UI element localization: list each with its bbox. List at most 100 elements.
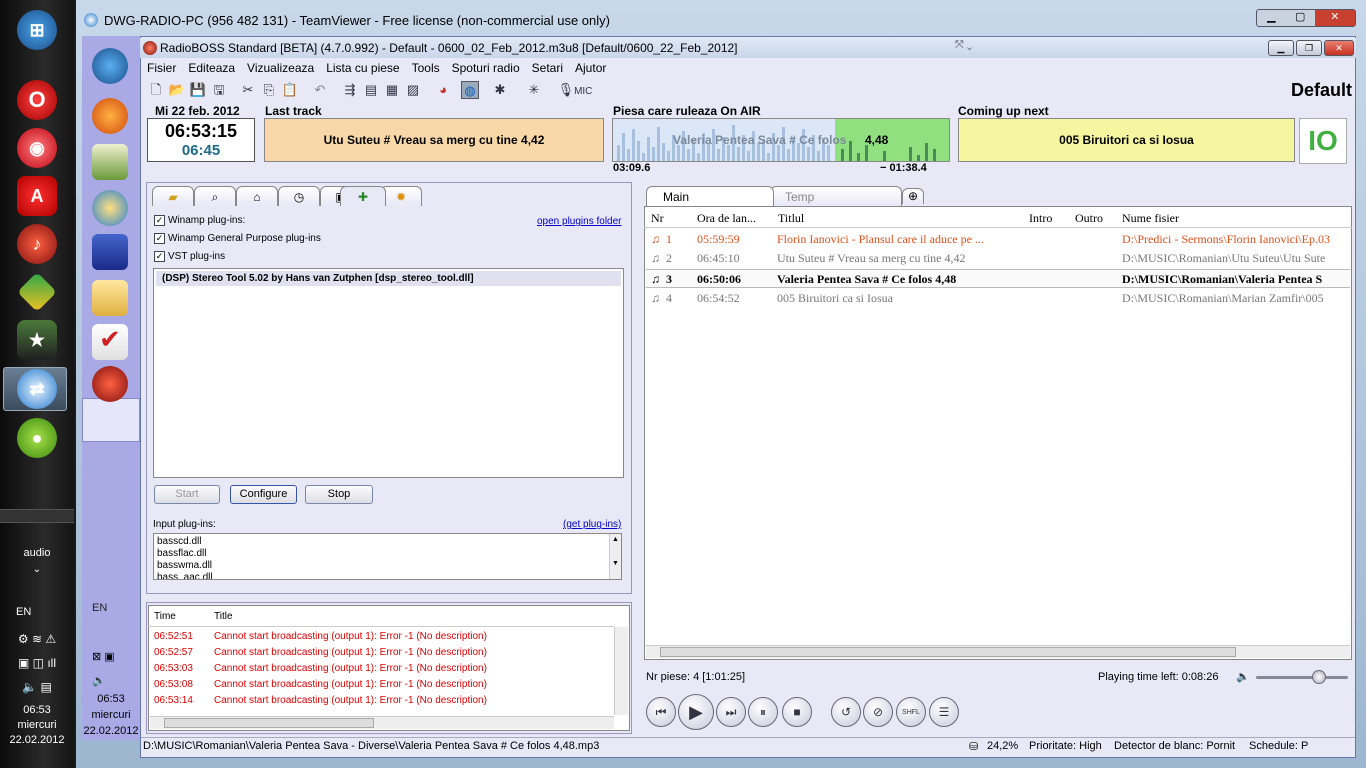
play-button[interactable]: ▶ — [678, 694, 714, 730]
remote-tray-icons[interactable]: ⊠ ▣ — [92, 650, 115, 663]
compass-icon[interactable] — [92, 190, 128, 226]
winamp-gp-checkbox[interactable]: ✓ Winamp General Purpose plug-ins — [154, 233, 321, 244]
start-button-icon[interactable]: ⊞ — [17, 10, 57, 50]
log-hscrollbar[interactable] — [150, 716, 614, 729]
tv-float-controls[interactable]: ⤧ ⌄ — [955, 39, 1005, 55]
status-schedule[interactable]: Schedule: P — [1249, 740, 1308, 752]
tab-search[interactable]: ⌕ — [194, 186, 236, 206]
editor-icon[interactable] — [92, 144, 128, 180]
status-detector[interactable]: Detector de blanc: Pornit — [1114, 740, 1235, 752]
remote-clock-time[interactable]: 06:53 — [82, 693, 140, 705]
movie-maker-icon[interactable]: ★ — [17, 320, 57, 360]
remote-start-icon[interactable] — [92, 48, 128, 84]
maximize-icon[interactable]: ▢ — [1286, 10, 1315, 26]
layers-icon[interactable] — [17, 272, 57, 312]
plugin-list-item[interactable]: (DSP) Stereo Tool 5.02 by Hans van Zutph… — [156, 271, 621, 286]
log-col-time[interactable]: Time — [154, 611, 176, 622]
configure-button[interactable]: Configure — [230, 485, 297, 504]
minimize-icon[interactable]: ▁ — [1257, 10, 1286, 26]
menu-fisier[interactable]: Fisier — [141, 59, 182, 77]
media-icon[interactable]: ◉ — [17, 128, 57, 168]
menu-editeaza[interactable]: Editeaza — [182, 59, 241, 77]
menu-setari[interactable]: Setari — [526, 59, 569, 77]
stop-playback-button[interactable]: ■ — [782, 697, 812, 727]
paste-icon[interactable]: 📋 — [281, 81, 299, 99]
mic-button[interactable]: 🎙MIC — [555, 81, 595, 99]
tab-temp[interactable]: Temp — [770, 186, 902, 206]
col-title[interactable]: Titlul — [778, 211, 804, 226]
playlist-tool-1-icon[interactable]: ⇶ — [341, 81, 359, 99]
tab-clock[interactable]: ◷ — [278, 186, 320, 206]
playlist-tool-4-icon[interactable]: ▨ — [404, 81, 422, 99]
undo-icon[interactable]: ↶ — [311, 81, 329, 99]
shuffle-button[interactable]: SHFL — [896, 697, 926, 727]
rb-maximize-button[interactable]: ❐ — [1296, 40, 1322, 56]
close-icon[interactable]: ✕ — [1314, 10, 1356, 26]
open-plugins-folder-link[interactable]: open plugins folder — [537, 216, 622, 227]
speaker-icon[interactable]: 🔈 ▤ — [0, 680, 74, 694]
teamviewer-icon[interactable]: ⇄ — [17, 369, 57, 409]
firefox-icon[interactable] — [92, 98, 128, 134]
volume-slider[interactable] — [1256, 676, 1348, 679]
rb-close-button[interactable]: ✕ — [1324, 40, 1354, 56]
input-plugin-item[interactable]: basswma.dll — [157, 560, 618, 572]
get-plugins-link[interactable]: (get plug-ins) — [563, 519, 621, 530]
menu-ajutor[interactable]: Ajutor — [569, 59, 612, 77]
save-icon[interactable]: 💾 — [189, 81, 207, 99]
tab-sun[interactable]: ✹ — [380, 186, 422, 206]
log-col-title[interactable]: Title — [214, 611, 233, 622]
playlist-options-button[interactable]: ☰ — [929, 697, 959, 727]
start-button[interactable]: Start — [154, 485, 220, 504]
tools-icon[interactable]: ✳ — [525, 81, 543, 99]
checkmark-icon[interactable]: ✔ — [92, 324, 128, 360]
new-file-icon[interactable]: 🗋 — [147, 81, 165, 99]
playlist-row[interactable]: ♫ 2 06:45:10 Utu Suteu # Vreau sa merg c… — [646, 249, 1350, 268]
open-folder-icon[interactable]: 📂 — [168, 81, 186, 99]
log-row[interactable]: 06:53:03 Cannot start broadcasting (outpu… — [154, 663, 487, 674]
tab-tag[interactable]: ⌂ — [236, 186, 278, 206]
input-plugin-item[interactable]: basscd.dll — [157, 536, 618, 548]
playlist-hscrollbar[interactable] — [646, 645, 1350, 658]
block-button[interactable]: ⊘ — [863, 697, 893, 727]
previous-button[interactable]: ⏮ — [646, 697, 676, 727]
cut-icon[interactable]: ✂ — [239, 81, 257, 99]
menu-lista-cu-piese[interactable]: Lista cu piese — [320, 59, 405, 77]
remote-radioboss-icon[interactable] — [92, 366, 128, 402]
lang-code[interactable]: EN — [0, 606, 74, 618]
col-start-time[interactable]: Ora de lan... — [697, 211, 756, 226]
menu-spoturi-radio[interactable]: Spoturi radio — [446, 59, 526, 77]
log-row[interactable]: 06:52:57 Cannot start broadcasting (outpu… — [154, 647, 487, 658]
input-plugin-item[interactable]: bass_aac.dll — [157, 572, 618, 579]
save-as-icon[interactable]: 🖫 — [210, 81, 228, 99]
tab-main[interactable]: Main — [646, 186, 774, 206]
col-outro[interactable]: Outro — [1075, 211, 1103, 226]
tv-window-controls[interactable]: ▁ ▢ ✕ — [1256, 9, 1356, 27]
winamp-plugins-checkbox[interactable]: ✓ Winamp plug-ins: — [154, 215, 245, 226]
menu-tools[interactable]: Tools — [406, 59, 446, 77]
playlist-row[interactable]: ♫ 4 06:54:52 005 Biruitori ca si Iosua D… — [646, 289, 1350, 308]
settings-icon[interactable]: ✱ — [491, 81, 509, 99]
log-vscrollbar[interactable] — [614, 627, 628, 715]
os-clock-time[interactable]: 06:53 — [0, 704, 74, 716]
remote-speaker-icon[interactable]: 🔈 — [92, 674, 106, 687]
menu-vizualizeaza[interactable]: Vizualizeaza — [241, 59, 320, 77]
taskbar-scrollbar[interactable] — [0, 509, 74, 523]
add-tab-button[interactable]: ⊕ — [902, 188, 924, 204]
tab-plugins[interactable]: ✚ — [340, 186, 386, 206]
stop-button[interactable]: Stop — [305, 485, 373, 504]
disc-icon[interactable]: ◕ — [434, 81, 452, 99]
log-row[interactable]: 06:53:14 Cannot start broadcasting (outpu… — [154, 695, 487, 706]
playlist-tool-3-icon[interactable]: ▦ — [383, 81, 401, 99]
log-row[interactable]: 06:52:51 Cannot start broadcasting (outpu… — [154, 631, 487, 642]
app-green-icon[interactable]: ● — [17, 418, 57, 458]
playlist-row-current[interactable]: ♫ 3 06:50:06 Valeria Pentea Sava # Ce fo… — [646, 269, 1350, 288]
tray-icons-row2[interactable]: ▣ ◫ ıll — [0, 656, 74, 670]
copy-icon[interactable]: ⎘ — [260, 81, 278, 99]
remote-lang[interactable]: EN — [92, 602, 107, 614]
col-filename[interactable]: Nume fisier — [1122, 211, 1179, 226]
input-list-scrollbar[interactable]: ▲ ▼ — [609, 534, 621, 579]
chevron-down-icon[interactable]: ⌄ — [0, 564, 74, 575]
pause-button[interactable]: ⏸ — [748, 697, 778, 727]
playlist-row[interactable]: ♫ 1 05:59:59 Florin Ianovici - Plansul c… — [646, 230, 1350, 249]
opera-icon[interactable]: O — [17, 80, 57, 120]
